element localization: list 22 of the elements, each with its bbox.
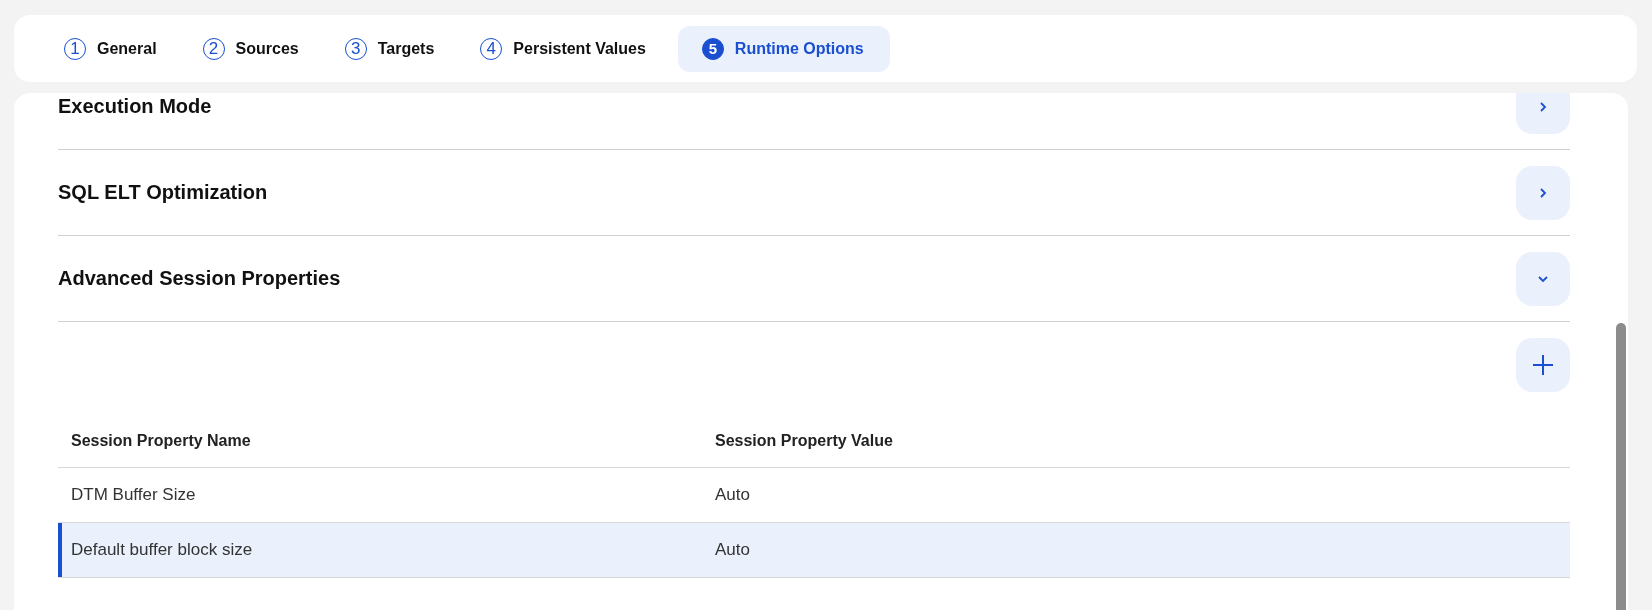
step-number: 5 [701,37,724,60]
tab[interactable]: 5 Runtime Options [677,25,890,72]
table-cell-text: DTM Buffer Size [70,485,197,505]
add-button[interactable] [1516,338,1570,392]
tab[interactable]: 1 General [50,25,185,72]
tab[interactable]: 3 Targets [330,25,463,72]
section-title: SQL ELT Optimization [58,181,268,204]
column-header: Session Property Value [714,431,894,450]
collapse-button[interactable] [1516,251,1570,306]
table-row[interactable]: Default buffer block size Auto [58,523,1570,578]
tab[interactable]: 4 Persistent Values [466,25,674,72]
tab[interactable]: 2 Sources [188,25,327,72]
section-title: Advanced Session Properties [58,267,341,290]
expand-button[interactable] [1516,93,1570,134]
table-cell-text: Default buffer block size [70,540,254,560]
section-title: Execution Mode [58,95,212,118]
table-cell-text: Auto [714,540,751,560]
plus-icon [1531,353,1555,377]
expand-button[interactable] [1516,165,1570,220]
column-header: Session Property Name [70,431,252,450]
table-cell-text: Auto [714,485,751,505]
scrollbar-thumb[interactable] [1616,323,1626,610]
